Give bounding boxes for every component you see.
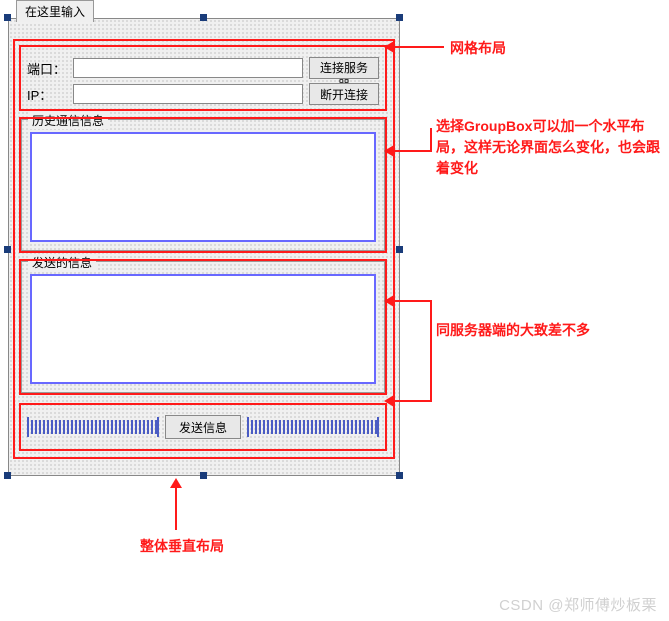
arrow-line — [175, 486, 177, 530]
connect-button[interactable]: 连接服务器 — [309, 57, 379, 79]
arrow-line — [392, 400, 432, 402]
arrow-head-left-icon — [384, 395, 394, 407]
form-designer: 在这里输入 端口： 连接服务器 IP： 断开连接 历史通信信息 发送的信息 — [8, 2, 400, 476]
resize-handle[interactable] — [200, 472, 207, 479]
arrow-line — [430, 300, 432, 330]
arrow-head-left-icon — [384, 295, 394, 307]
ip-label: IP： — [27, 85, 73, 104]
resize-handle[interactable] — [4, 472, 11, 479]
port-input[interactable] — [73, 58, 303, 78]
arrow-line — [430, 128, 432, 152]
resize-handle[interactable] — [4, 14, 11, 21]
horizontal-spacer-right[interactable] — [247, 420, 379, 434]
arrow-head-left-icon — [384, 41, 394, 53]
highlight-groupbox-history — [19, 117, 387, 253]
annotation-similar-to-server: 同服务器端的大致差不多 — [436, 320, 590, 341]
arrow-line — [392, 150, 432, 152]
resize-handle[interactable] — [4, 246, 11, 253]
arrow-line — [392, 300, 432, 302]
send-button[interactable]: 发送信息 — [165, 415, 241, 439]
highlight-button-row: 发送信息 — [19, 403, 387, 451]
annotation-groupbox: 选择GroupBox可以加一个水平布局，这样无论界面怎么变化，也会跟着变化 — [436, 116, 666, 179]
resize-handle[interactable] — [200, 14, 207, 21]
form-canvas[interactable]: 端口： 连接服务器 IP： 断开连接 历史通信信息 发送的信息 发送信息 — [8, 18, 400, 476]
port-label: 端口： — [27, 59, 73, 78]
arrow-head-up-icon — [170, 478, 182, 488]
annotation-grid-layout: 网格布局 — [450, 38, 506, 59]
grid-row-ip: IP： 断开连接 — [27, 83, 379, 105]
resize-handle[interactable] — [396, 14, 403, 21]
highlight-groupbox-send — [19, 259, 387, 395]
window-title-tab[interactable]: 在这里输入 — [16, 0, 94, 22]
resize-handle[interactable] — [396, 472, 403, 479]
disconnect-button[interactable]: 断开连接 — [309, 83, 379, 105]
annotation-vertical-layout: 整体垂直布局 — [140, 536, 224, 557]
arrow-line — [430, 330, 432, 402]
arrow-head-left-icon — [384, 145, 394, 157]
grid-row-port: 端口： 连接服务器 — [27, 57, 379, 79]
arrow-line — [392, 46, 444, 48]
highlight-grid-layout: 端口： 连接服务器 IP： 断开连接 — [19, 45, 387, 111]
watermark: CSDN @郑师傅炒板栗 — [499, 594, 657, 615]
ip-input[interactable] — [73, 84, 303, 104]
resize-handle[interactable] — [396, 246, 403, 253]
horizontal-spacer-left[interactable] — [27, 420, 159, 434]
